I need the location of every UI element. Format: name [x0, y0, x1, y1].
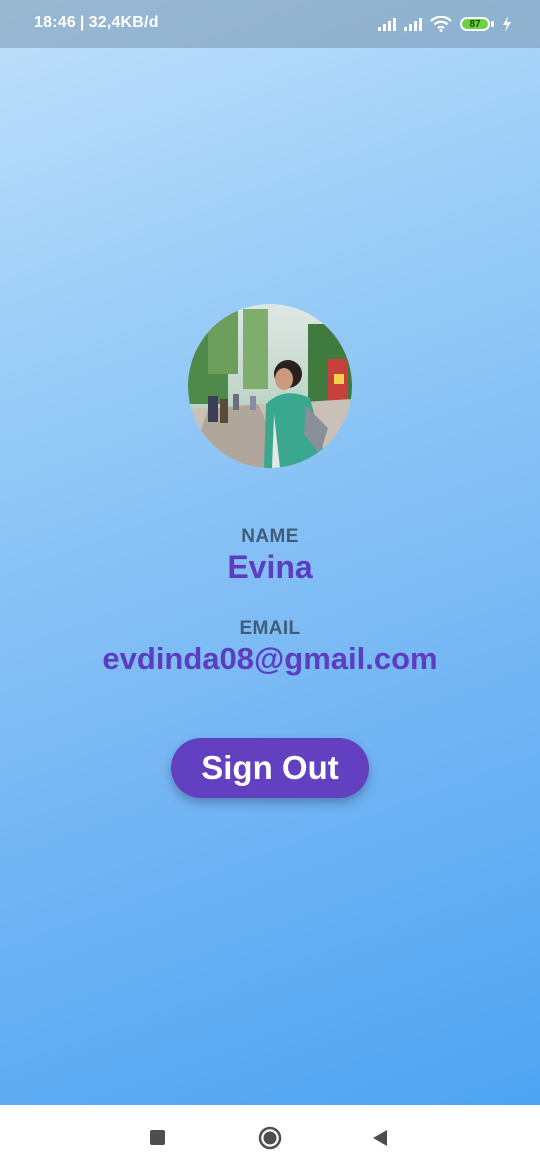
sign-out-button[interactable]: Sign Out	[171, 738, 369, 798]
recents-square-icon[interactable]	[150, 1130, 165, 1145]
status-separator: |	[79, 14, 85, 31]
back-triangle-icon[interactable]	[371, 1129, 389, 1147]
network-speed: 32,4KB/d	[88, 14, 159, 31]
system-navigation-bar	[0, 1105, 540, 1170]
name-value: Evina	[227, 549, 313, 585]
profile-screen: 18:46 | 32,4KB/d 87 NAME Evina EMAIL evd…	[0, 0, 540, 1105]
status-time: 18:46	[34, 14, 76, 31]
battery-level: 87	[469, 18, 481, 30]
email-value: evdinda08@gmail.com	[102, 641, 438, 676]
status-bar: 18:46 | 32,4KB/d 87	[0, 0, 540, 48]
email-label: EMAIL	[239, 618, 301, 639]
avatar	[188, 304, 352, 468]
status-icons: 87	[378, 14, 512, 34]
status-left: 18:46 | 32,4KB/d	[34, 14, 159, 32]
home-circle-icon[interactable]	[258, 1126, 282, 1150]
profile-photo	[188, 304, 352, 468]
wifi-icon	[430, 16, 452, 32]
signal-icon	[378, 17, 396, 31]
signal-icon	[404, 17, 422, 31]
battery-icon: 87	[460, 17, 490, 31]
charging-icon	[503, 16, 511, 32]
name-label: NAME	[241, 526, 299, 547]
